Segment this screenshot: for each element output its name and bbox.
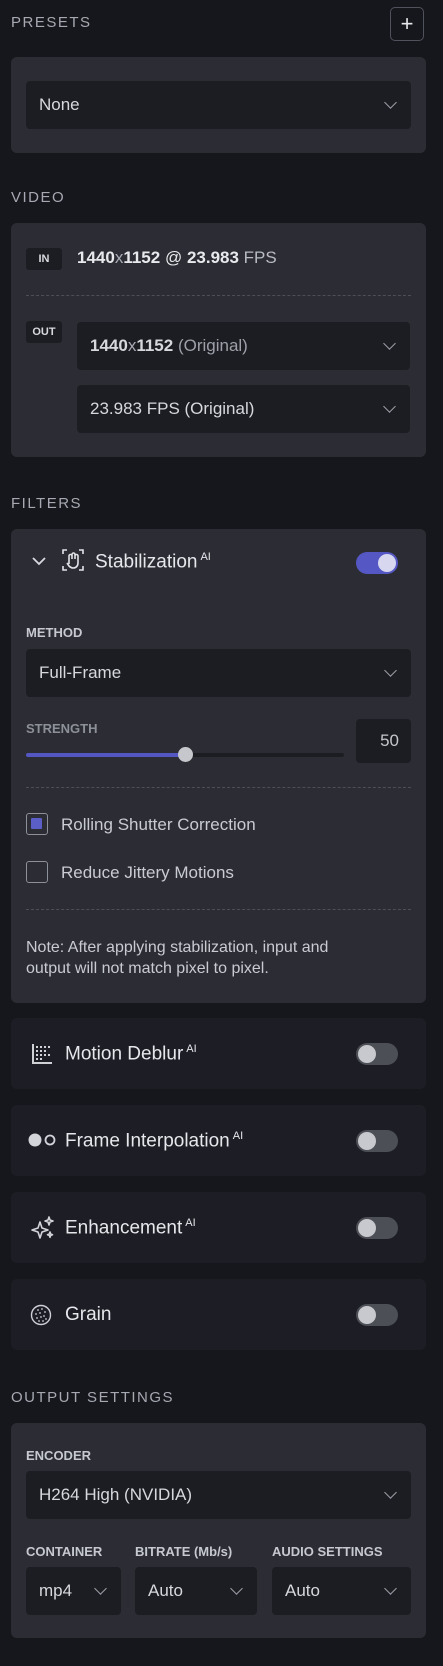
strength-input[interactable]: 50 xyxy=(356,719,411,763)
chevron-down-icon xyxy=(383,337,396,350)
out-tag: OUT xyxy=(26,321,62,343)
stabilization-toggle[interactable] xyxy=(356,552,398,574)
preset-select[interactable]: None xyxy=(26,81,411,129)
motion-deblur-card[interactable]: Motion Deblur AI xyxy=(11,1018,426,1089)
frame-interpolation-card[interactable]: Frame Interpolation AI xyxy=(11,1105,426,1176)
sparkles-icon xyxy=(30,1215,56,1246)
divider xyxy=(26,909,411,910)
strength-slider[interactable] xyxy=(26,747,344,762)
container-label: CONTAINER xyxy=(26,1544,103,1559)
frame-interpolation-title: Frame Interpolation AI xyxy=(65,1130,243,1152)
add-preset-button[interactable]: + xyxy=(390,7,424,41)
encoder-select[interactable]: H264 High (NVIDIA) xyxy=(26,1471,411,1519)
chevron-down-icon xyxy=(384,96,397,109)
output-fps-select[interactable]: 23.983 FPS (Original) xyxy=(77,385,410,433)
toggle-knob xyxy=(358,1219,376,1237)
stabilization-icon xyxy=(60,547,86,578)
input-height: 1152 xyxy=(123,248,161,267)
video-title: VIDEO xyxy=(11,189,66,206)
note-line: output will not match pixel to pixel. xyxy=(26,960,269,977)
bitrate-label: BITRATE (Mb/s) xyxy=(135,1544,233,1559)
input-info: 1440x1152 @ 23.983 FPS xyxy=(77,248,277,268)
strength-label: STRENGTH xyxy=(26,721,98,736)
rolling-shutter-label: Rolling Shutter Correction xyxy=(61,815,256,834)
preset-select-value: None xyxy=(39,95,80,114)
divider xyxy=(26,295,411,296)
method-label: METHOD xyxy=(26,625,83,640)
input-width: 1440 xyxy=(77,248,115,267)
audio-settings-select[interactable]: Auto xyxy=(272,1567,411,1615)
presets-title: PRESETS xyxy=(11,14,92,31)
method-value: Full-Frame xyxy=(39,663,122,682)
toggle-knob xyxy=(378,554,396,572)
toggle-knob xyxy=(358,1306,376,1324)
ai-badge: AI xyxy=(200,551,211,563)
note-line: Note: After applying stabilization, inpu… xyxy=(26,939,329,956)
encoder-label: ENCODER xyxy=(26,1448,92,1463)
output-resolution-value: 1440x1152 (Original) xyxy=(90,336,248,356)
output-resolution-select[interactable]: 1440x1152 (Original) xyxy=(77,322,410,370)
input-at: @ xyxy=(160,248,187,267)
enhancement-label: Enhancement xyxy=(65,1217,183,1239)
presets-card: None xyxy=(11,57,426,153)
chevron-down-icon xyxy=(383,400,396,413)
grain-card[interactable]: Grain xyxy=(11,1279,426,1350)
stabilization-title: Stabilization AI xyxy=(95,551,211,573)
chevron-down-icon xyxy=(384,664,397,677)
container-value: mp4 xyxy=(39,1581,73,1600)
output-res-note: (Original) xyxy=(173,336,248,355)
audio-settings-value: Auto xyxy=(285,1581,320,1600)
audio-settings-label: AUDIO SETTINGS xyxy=(272,1544,383,1559)
strength-slider-thumb[interactable] xyxy=(178,747,193,762)
output-width: 1440 xyxy=(90,336,128,355)
stabilization-card: Stabilization AI METHOD Full-Frame STRENG… xyxy=(11,529,426,1003)
output-fps-value: 23.983 FPS (Original) xyxy=(90,399,255,418)
in-tag: IN xyxy=(26,248,62,270)
enhancement-card[interactable]: Enhancement AI xyxy=(11,1192,426,1263)
reduce-jitter-checkbox[interactable] xyxy=(26,861,48,883)
plus-icon: + xyxy=(400,11,414,36)
motion-deblur-title: Motion Deblur AI xyxy=(65,1043,197,1065)
reduce-jitter-label: Reduce Jittery Motions xyxy=(61,863,234,882)
bitrate-value: Auto xyxy=(148,1581,183,1600)
grain-title: Grain xyxy=(65,1304,112,1325)
encoder-value: H264 High (NVIDIA) xyxy=(39,1485,193,1504)
strength-slider-fill xyxy=(26,753,185,757)
rolling-shutter-checkbox[interactable] xyxy=(26,813,48,835)
output-settings-card: ENCODER H264 High (NVIDIA) CONTAINER BIT… xyxy=(11,1423,426,1638)
frame-interpolation-label: Frame Interpolation xyxy=(65,1130,230,1152)
divider xyxy=(26,787,411,788)
motion-deblur-label: Motion Deblur xyxy=(65,1043,184,1065)
stabilization-note: Note: After applying stabilization, inpu… xyxy=(26,937,328,979)
motion-deblur-icon xyxy=(31,1043,53,1070)
collapse-chevron-icon[interactable] xyxy=(31,553,47,574)
method-select[interactable]: Full-Frame xyxy=(26,649,411,697)
chevron-down-icon xyxy=(230,1582,243,1595)
video-card: IN 1440x1152 @ 23.983 FPS OUT 1440x1152 … xyxy=(11,223,426,457)
ai-badge: AI xyxy=(232,1130,244,1142)
output-height: 1152 xyxy=(136,336,174,355)
frame-interpolation-icon xyxy=(28,1132,58,1153)
bitrate-select[interactable]: Auto xyxy=(135,1567,257,1615)
container-select[interactable]: mp4 xyxy=(26,1567,121,1615)
stabilization-label: Stabilization xyxy=(95,551,198,573)
filters-title: FILTERS xyxy=(11,495,83,512)
input-fps: 23.983 xyxy=(186,248,239,267)
grain-icon xyxy=(30,1304,52,1331)
ai-badge: AI xyxy=(186,1043,197,1055)
chevron-down-icon xyxy=(384,1582,397,1595)
output-settings-title: OUTPUT SETTINGS xyxy=(11,1389,175,1406)
toggle-knob xyxy=(358,1045,376,1063)
grain-toggle[interactable] xyxy=(356,1304,398,1326)
enhancement-toggle[interactable] xyxy=(356,1217,398,1239)
toggle-knob xyxy=(358,1132,376,1150)
chevron-down-icon xyxy=(94,1582,107,1595)
chevron-down-icon xyxy=(384,1486,397,1499)
frame-interpolation-toggle[interactable] xyxy=(356,1130,398,1152)
enhancement-title: Enhancement AI xyxy=(65,1217,196,1239)
input-fps-unit: FPS xyxy=(238,248,277,267)
ai-badge: AI xyxy=(185,1217,196,1229)
motion-deblur-toggle[interactable] xyxy=(356,1043,398,1065)
